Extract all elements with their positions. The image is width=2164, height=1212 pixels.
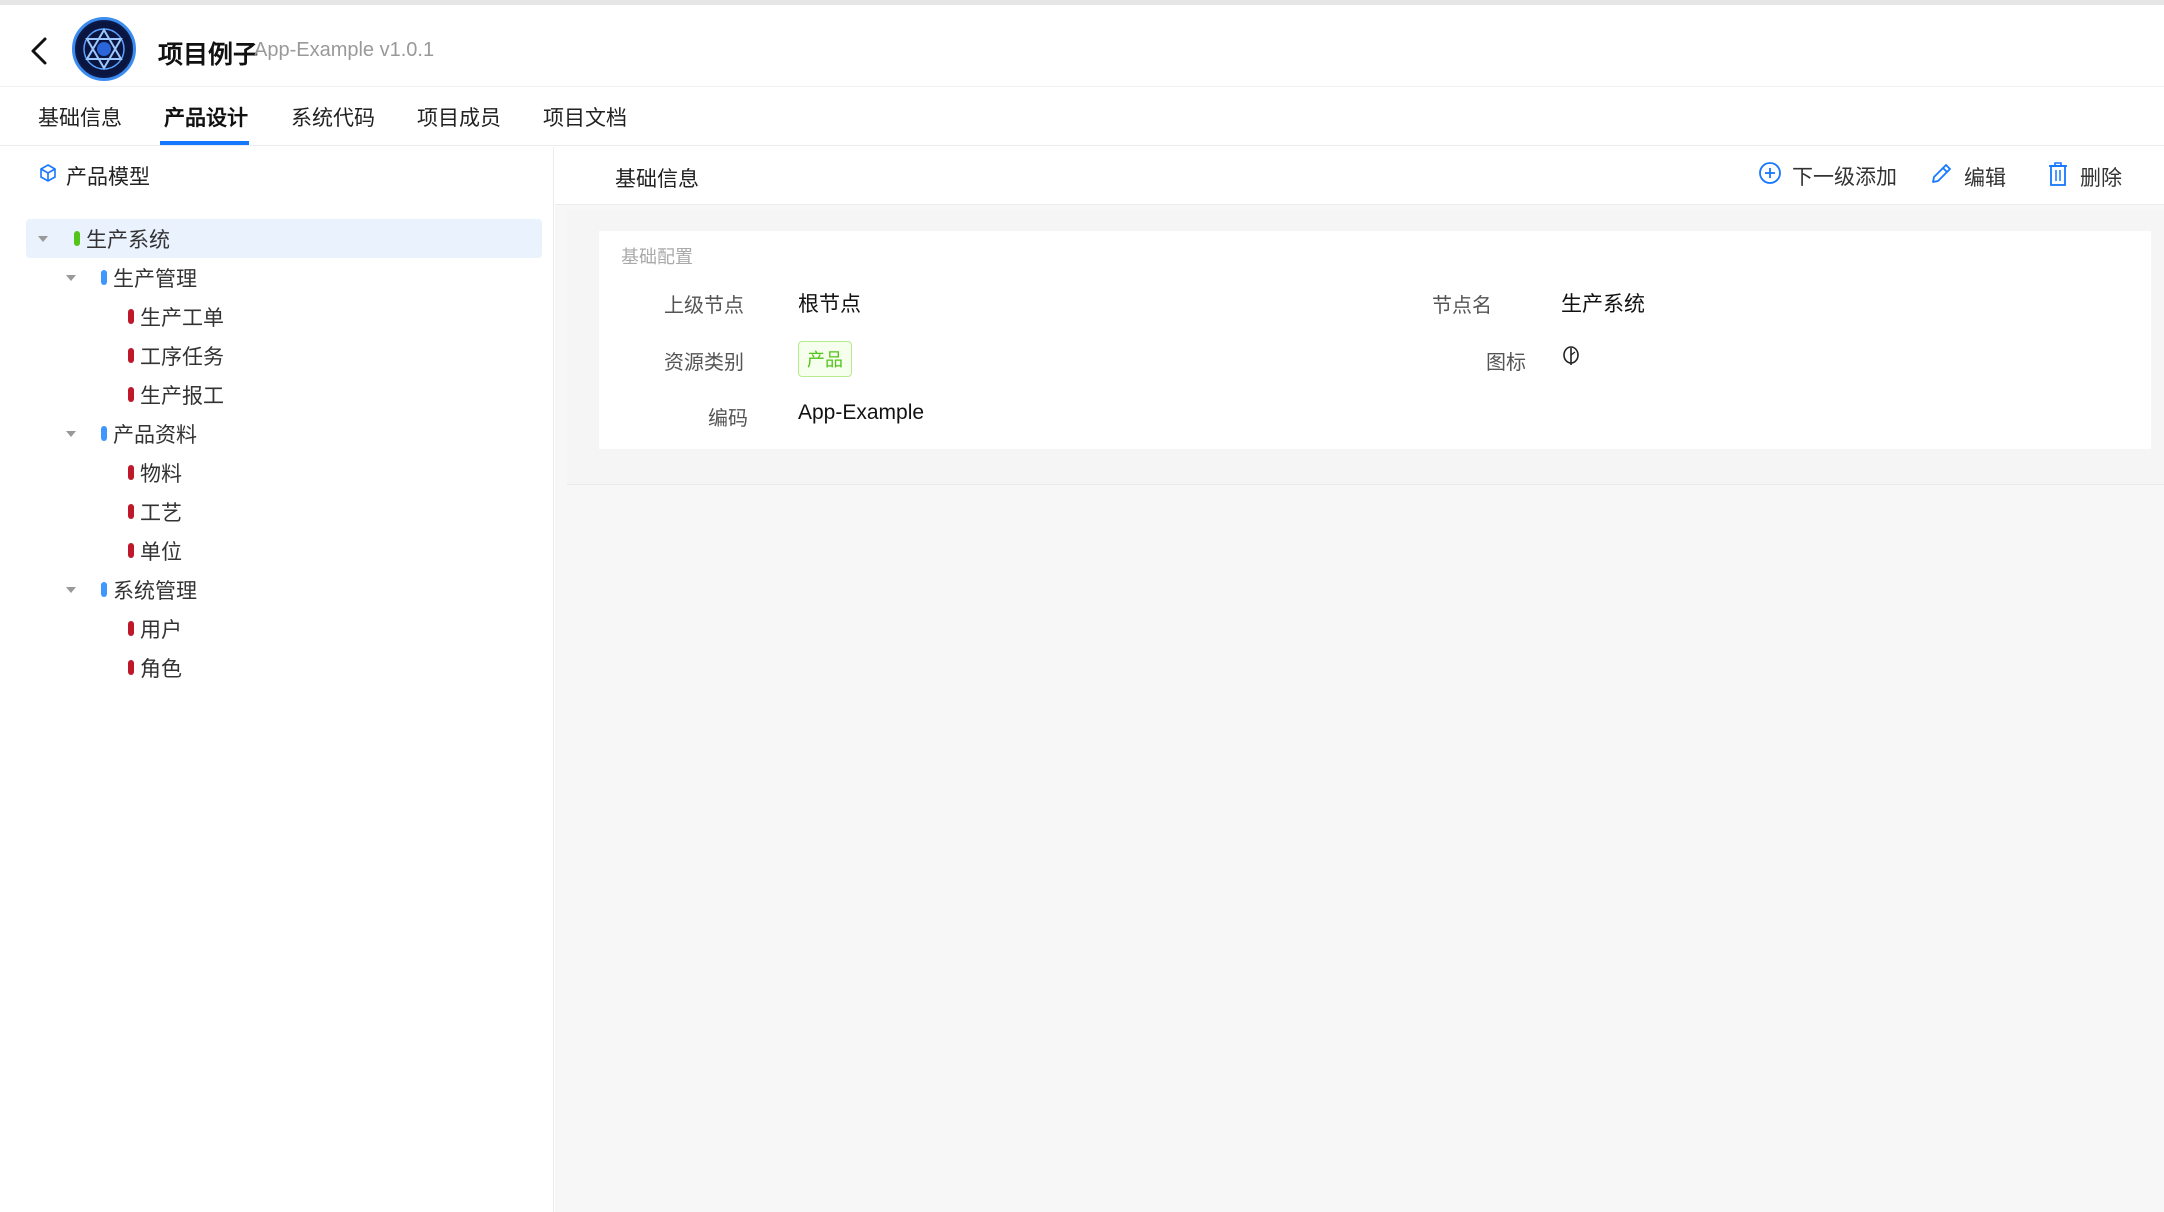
- level-marker: [128, 465, 134, 480]
- project-title: 项目例子: [158, 41, 259, 69]
- caret-down-icon[interactable]: [64, 583, 78, 597]
- tree-node-role[interactable]: 角色: [26, 648, 542, 687]
- trash-icon: [2046, 161, 2080, 193]
- caret-down-icon[interactable]: [36, 232, 50, 246]
- tree-node-label: 单位: [140, 540, 182, 564]
- tab-system-code[interactable]: 系统代码: [291, 102, 375, 132]
- tree-node-label: 角色: [140, 657, 182, 681]
- level-marker: [128, 504, 134, 519]
- tree-node-production-system[interactable]: 生产系统: [26, 219, 542, 258]
- basic-config-section: 基础配置 上级节点 根节点 节点名 生产系统 资源类别 产品 图标 编码 App…: [567, 209, 2164, 485]
- panel-title: 产品模型: [66, 166, 150, 189]
- caret-down-icon[interactable]: [64, 271, 78, 285]
- product-tree: 生产系统 生产管理 生产工单 工序任务 生产报工 产品资料 物料 工艺 单位 系…: [26, 219, 542, 687]
- active-tab-indicator: [160, 141, 249, 145]
- level-marker: [128, 660, 134, 675]
- tree-node-system-management[interactable]: 系统管理: [26, 570, 542, 609]
- level-marker: [128, 543, 134, 558]
- tree-node-label: 工艺: [140, 501, 182, 525]
- project-version: App-Example v1.0.1: [254, 39, 435, 61]
- resource-type-tag: 产品: [798, 341, 852, 377]
- tree-node-label: 用户: [140, 618, 182, 642]
- level-marker: [101, 582, 107, 597]
- back-icon[interactable]: [24, 33, 54, 69]
- app-window: 项目例子 App-Example v1.0.1 基础信息 产品设计 系统代码 项…: [0, 0, 2164, 1212]
- plus-circle-icon: [1758, 161, 1792, 191]
- delete-label: 删除: [2080, 167, 2122, 190]
- detail-header: 基础信息 下一级添加 编辑 删除: [555, 147, 2164, 205]
- level-marker: [128, 348, 134, 363]
- tab-project-members[interactable]: 项目成员: [417, 102, 501, 132]
- leaf-icon: [1561, 345, 1581, 372]
- tree-node-work-order[interactable]: 生产工单: [26, 297, 542, 336]
- tab-project-docs[interactable]: 项目文档: [543, 102, 627, 132]
- tab-basic-info[interactable]: 基础信息: [38, 102, 122, 132]
- tree-node-label: 产品资料: [113, 423, 197, 447]
- add-child-button[interactable]: 下一级添加: [1758, 161, 1897, 191]
- tab-bar: 基础信息 产品设计 系统代码 项目成员 项目文档: [0, 88, 2164, 146]
- delete-button[interactable]: 删除: [2046, 161, 2122, 193]
- level-marker: [128, 621, 134, 636]
- tree-node-label: 物料: [140, 462, 182, 486]
- project-logo: [72, 17, 136, 81]
- section-title: 基础配置: [621, 247, 693, 267]
- parent-node-label: 上级节点: [664, 295, 744, 317]
- level-marker: [101, 270, 107, 285]
- detail-panel: 基础信息 下一级添加 编辑 删除 基础配置 上级节点 根节点 节点名 生产系统 …: [555, 147, 2164, 1212]
- tree-node-work-report[interactable]: 生产报工: [26, 375, 542, 414]
- tree-node-label: 生产工单: [140, 306, 224, 330]
- tree-node-process-task[interactable]: 工序任务: [26, 336, 542, 375]
- add-child-label: 下一级添加: [1792, 166, 1897, 189]
- tree-node-label: 生产系统: [86, 228, 170, 252]
- tree-node-user[interactable]: 用户: [26, 609, 542, 648]
- tree-node-craft[interactable]: 工艺: [26, 492, 542, 531]
- code-value: App-Example: [798, 401, 925, 424]
- pencil-icon: [1928, 161, 1964, 193]
- tree-node-label: 生产管理: [113, 267, 197, 291]
- parent-node-value: 根节点: [798, 293, 861, 316]
- tree-node-product-data[interactable]: 产品资料: [26, 414, 542, 453]
- tab-product-design[interactable]: 产品设计: [164, 102, 248, 132]
- caret-down-icon[interactable]: [64, 427, 78, 441]
- edit-button[interactable]: 编辑: [1928, 161, 2006, 193]
- level-marker: [101, 426, 107, 441]
- cube-icon: [38, 163, 66, 189]
- tree-node-production-management[interactable]: 生产管理: [26, 258, 542, 297]
- level-marker: [128, 387, 134, 402]
- resource-type-label: 资源类别: [664, 352, 744, 374]
- panel-header: 产品模型: [38, 161, 150, 191]
- level-marker: [74, 231, 80, 246]
- edit-label: 编辑: [1964, 167, 2006, 190]
- code-label: 编码: [708, 408, 748, 430]
- tree-node-label: 工序任务: [140, 345, 224, 369]
- node-name-label: 节点名: [1432, 295, 1492, 317]
- basic-config-card: 基础配置 上级节点 根节点 节点名 生产系统 资源类别 产品 图标 编码 App…: [599, 231, 2151, 449]
- app-header: 项目例子 App-Example v1.0.1: [0, 5, 2164, 87]
- tree-node-label: 生产报工: [140, 384, 224, 408]
- tree-node-label: 系统管理: [113, 579, 197, 603]
- detail-title: 基础信息: [615, 168, 699, 191]
- level-marker: [128, 309, 134, 324]
- product-model-panel: 产品模型 生产系统 生产管理 生产工单 工序任务 生产报工 产品资料 物料 工艺…: [18, 147, 554, 1212]
- tree-node-material[interactable]: 物料: [26, 453, 542, 492]
- tree-node-unit[interactable]: 单位: [26, 531, 542, 570]
- icon-label: 图标: [1486, 352, 1526, 374]
- node-name-value: 生产系统: [1561, 293, 1645, 316]
